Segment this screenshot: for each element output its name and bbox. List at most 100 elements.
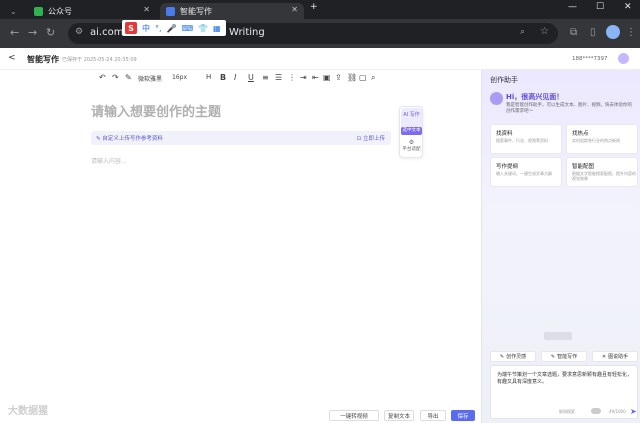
bold-button[interactable]: B — [220, 73, 226, 82]
extensions-icon[interactable]: ⧉ — [570, 27, 577, 38]
tab-label: 公众号 — [48, 6, 72, 16]
site-info-icon[interactable]: ⚙ — [75, 27, 83, 37]
copy-text-button[interactable]: 复制文本 — [384, 410, 414, 421]
assistant-title: 创作助手 — [490, 76, 518, 84]
tab-smart-writing[interactable]: ✎ 智能写作 — [541, 351, 587, 362]
image-icon: ✕ — [601, 353, 607, 360]
url-text-tail: Writing — [229, 27, 265, 38]
assistant-desc: 我是智能创作助手，可以生成文本、图片、视频，快去体验你的创作需求吧～ — [506, 103, 632, 114]
profile-avatar[interactable] — [606, 25, 620, 39]
selected-text-chip[interactable]: 选中文本 — [401, 127, 422, 135]
image-icon[interactable]: ▣ — [323, 73, 331, 82]
upload-now-link[interactable]: ⊡ 立即上传 — [357, 134, 385, 142]
creation-assistant-panel: 创作助手 Hi，很高兴见面！ 我是智能创作助手，可以生成文本、图片、视频，快去体… — [481, 70, 640, 423]
custom-reference-hint: ✎ 自定义上传写作参考资料 — [96, 136, 163, 142]
font-select[interactable]: 微软雅黑 — [138, 74, 162, 83]
microphone-icon[interactable]: 🎤 — [167, 24, 177, 33]
platform-adapt-button[interactable]: ⚙ 平台适配 — [401, 139, 422, 152]
star-icon[interactable]: ☆ — [540, 26, 549, 37]
pen-icon: ✎ — [550, 353, 556, 360]
close-icon[interactable]: ✕ — [143, 5, 150, 14]
align-icon[interactable]: ≡ — [262, 73, 269, 82]
back-button[interactable]: < — [8, 53, 16, 63]
tab-wechat[interactable]: 公众号 ✕ — [28, 3, 156, 19]
card-title: 找热点 — [572, 131, 589, 137]
sidebar-icon[interactable]: ▯ — [590, 27, 596, 38]
saved-status: 已保存于 2025-05-24 20:35:09 — [62, 57, 137, 63]
numbered-list-icon[interactable]: ⋮ — [288, 73, 296, 82]
tab-label: 图说助手 — [608, 354, 629, 360]
font-size-select[interactable]: 16px — [172, 74, 187, 81]
shirt-icon[interactable]: 👕 — [198, 24, 208, 33]
search-icon[interactable]: ⌕ — [371, 73, 375, 83]
link-icon[interactable]: ⛓ — [347, 73, 357, 82]
avatar[interactable] — [618, 53, 629, 64]
char-count: 49/1000 — [609, 409, 626, 414]
embed-icon[interactable]: ▢ — [359, 73, 367, 82]
card-title: 智能配图 — [572, 164, 595, 170]
card-desc: 实时追踪各行业的热点新闻 — [572, 138, 620, 143]
underline-button[interactable]: U — [248, 73, 254, 82]
browser-tab-bar: ⌄ 公众号 ✕ 智能写作 ✕ + — ☐ ✕ — [0, 0, 640, 19]
card-title: 找资料 — [496, 131, 513, 137]
scroll-indicator[interactable] — [544, 332, 572, 340]
tab-label: 智能写作 — [557, 354, 578, 360]
tab-list-button[interactable]: ⌄ — [4, 3, 28, 19]
redo-icon[interactable]: ↷ — [112, 73, 119, 82]
convert-video-button[interactable]: 一键转视频 — [329, 410, 379, 421]
card-desc: 输入关键词，一键生成文章大纲 — [496, 171, 552, 176]
ime-punct[interactable]: °, — [155, 24, 162, 33]
grid-icon[interactable]: ▦ — [213, 24, 221, 33]
tab-smart-writing[interactable]: 智能写作 ✕ — [160, 3, 304, 19]
assistant-input[interactable]: 为端午节策划一个文章选题，要求意思新颖有趣且有轻松化，有趣又具有深度意义。 联网… — [490, 365, 638, 419]
close-window-button[interactable]: ✕ — [624, 2, 632, 12]
reference-upload-bar: ✎ 自定义上传写作参考资料 ⊡ 立即上传 — [91, 131, 391, 145]
tab-inspiration[interactable]: ✎ 创作灵感 — [490, 351, 536, 362]
format-brush-icon[interactable]: ✎ — [125, 73, 132, 82]
page-title: 智能写作 — [27, 55, 59, 64]
save-button[interactable]: 保存 — [451, 410, 475, 421]
card-desc: 搜索事件、行业、视频等资料 — [496, 138, 548, 143]
robot-avatar-icon — [490, 92, 503, 105]
assistant-input-text[interactable]: 为端午节策划一个文章选题，要求意思新颖有趣且有轻松化，有趣又具有深度意义。 — [497, 372, 633, 386]
menu-icon[interactable]: ⋮ — [626, 27, 636, 38]
indent-icon[interactable]: ⇥ — [300, 73, 307, 82]
user-phone[interactable]: 188****7397 — [572, 56, 608, 62]
watermark: 大数据猩 — [8, 406, 48, 417]
assistant-greeting: Hi，很高兴见面！ — [506, 93, 564, 101]
tab-label: 创作灵感 — [506, 354, 527, 360]
platform-label: 平台适配 — [402, 147, 421, 152]
ime-lang[interactable]: 中 — [142, 23, 150, 34]
card-find-hotspot[interactable]: 找热点 实时追踪各行业的热点新闻 — [566, 124, 638, 154]
doc-title-input[interactable]: 请输入想要创作的主题 — [91, 101, 221, 120]
card-find-material[interactable]: 找资料 搜索事件、行业、视频等资料 — [490, 124, 562, 154]
minimize-button[interactable]: — — [568, 2, 577, 12]
maximize-button[interactable]: ☐ — [596, 2, 604, 12]
new-tab-button[interactable]: + — [310, 2, 318, 12]
list-icon[interactable]: ☰ — [275, 73, 282, 82]
tab-image-assistant[interactable]: ✕ 图说助手 — [592, 351, 638, 362]
card-smart-image[interactable]: 智能配图 根据文字智能搜索配图，提升内容的视觉效果 — [566, 157, 638, 187]
keyboard-icon[interactable]: ⌨ — [182, 24, 194, 33]
floating-ai-panel: AI 写作 选中文本 ⚙ 平台适配 — [399, 106, 423, 158]
web-search-toggle[interactable] — [591, 408, 601, 414]
outdent-icon[interactable]: ⇤ — [312, 73, 319, 82]
back-arrow-icon[interactable]: ← — [10, 26, 19, 39]
web-search-label: 联网搜索 — [559, 409, 575, 414]
content-input[interactable]: 请输入内容... — [91, 156, 127, 165]
card-outline[interactable]: 写作提纲 输入关键词，一键生成文章大纲 — [490, 157, 562, 187]
search-icon[interactable]: ⌕ — [520, 27, 525, 37]
reload-icon[interactable]: ↻ — [46, 26, 55, 39]
upload-icon[interactable]: ⇪ — [335, 73, 342, 82]
forward-arrow-icon[interactable]: → — [28, 26, 37, 39]
ai-label: AI 写作 — [403, 112, 420, 118]
chevron-down-icon: ⌄ — [10, 6, 17, 16]
send-icon[interactable]: ➤ — [630, 407, 637, 416]
heading-icon[interactable]: H — [206, 73, 211, 81]
undo-icon[interactable]: ↶ — [99, 73, 106, 82]
editor-toolbar: ↶ ↷ ✎ 微软雅黑 16px H B I U ≡ ☰ ⋮ ⇥ ⇤ ▣ ⇪ ⛓ … — [0, 70, 480, 86]
italic-button[interactable]: I — [234, 73, 236, 82]
export-button[interactable]: 导出 — [420, 410, 446, 421]
ime-toolbar: S 中 °, 🎤 ⌨ 👕 ▦ — [122, 20, 226, 36]
close-icon[interactable]: ✕ — [291, 5, 298, 14]
